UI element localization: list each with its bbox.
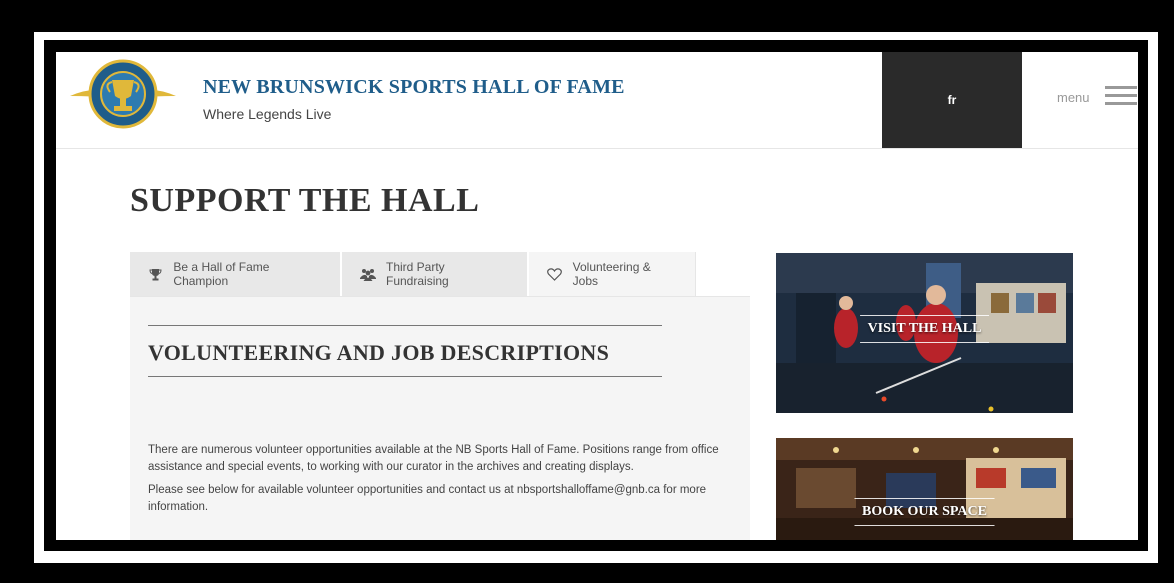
menu-label[interactable]: menu	[1057, 90, 1090, 105]
paragraph: There are numerous volunteer opportuniti…	[148, 444, 719, 473]
browser-viewport: NEW BRUNSWICK SPORTS HALL OF FAME Where …	[56, 52, 1138, 540]
language-toggle-button[interactable]: fr	[882, 52, 1022, 148]
tab-hall-of-fame-champion[interactable]: Be a Hall of Fame Champion	[130, 252, 342, 296]
users-icon	[360, 267, 376, 281]
hamburger-menu-icon[interactable]	[1105, 86, 1137, 106]
section-body: There are numerous volunteer opportuniti…	[148, 442, 728, 522]
tab-third-party-fundraising[interactable]: Third Party Fundraising	[342, 252, 529, 296]
support-tabs: Be a Hall of Fame Champion Third Party F…	[130, 252, 696, 296]
tab-content-panel: VOLUNTEERING AND JOB DESCRIPTIONS There …	[130, 296, 750, 540]
tab-label: Be a Hall of Fame Champion	[173, 260, 270, 288]
tab-label: Volunteering & Jobs	[572, 260, 651, 288]
heart-icon	[547, 267, 563, 281]
tab-label: Third Party Fundraising	[386, 260, 449, 288]
section-heading: VOLUNTEERING AND JOB DESCRIPTIONS	[148, 340, 610, 365]
hall-of-fame-logo[interactable]	[68, 56, 178, 132]
site-title[interactable]: NEW BRUNSWICK SPORTS HALL OF FAME	[203, 76, 625, 99]
visit-the-hall-label: VISIT THE HALL	[859, 315, 990, 343]
site-header: NEW BRUNSWICK SPORTS HALL OF FAME Where …	[56, 52, 1138, 149]
language-toggle-label: fr	[947, 93, 957, 107]
section-heading-block: VOLUNTEERING AND JOB DESCRIPTIONS	[148, 325, 662, 377]
tab-volunteering-jobs[interactable]: Volunteering & Jobs	[529, 252, 696, 296]
page-title: SUPPORT THE HALL	[130, 182, 480, 219]
visit-the-hall-promo[interactable]: VISIT THE HALL	[776, 253, 1073, 413]
book-our-space-label: BOOK OUR SPACE	[854, 498, 995, 526]
book-our-space-promo[interactable]: BOOK OUR SPACE	[776, 438, 1073, 540]
paragraph: Please see below for available volunteer…	[148, 484, 707, 513]
trophy-icon	[148, 267, 163, 281]
site-tagline: Where Legends Live	[203, 106, 332, 122]
